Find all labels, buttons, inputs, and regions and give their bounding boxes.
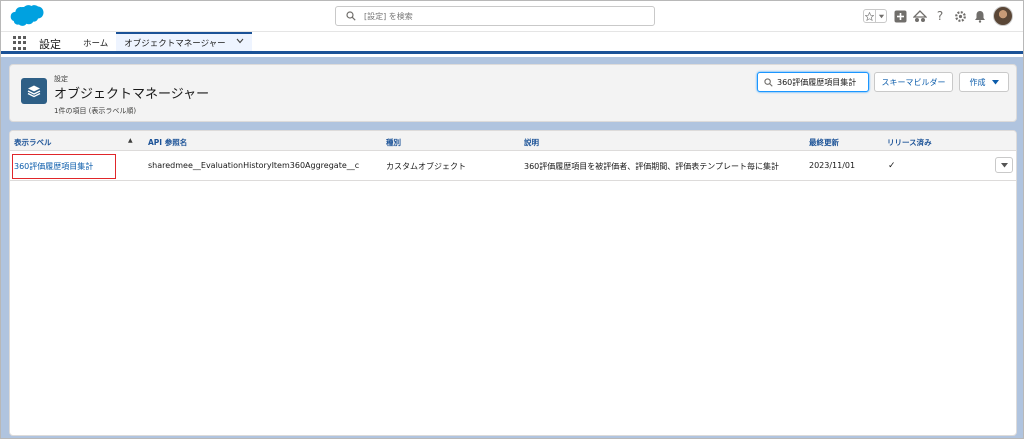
salesforce-logo[interactable] bbox=[10, 4, 44, 28]
trailhead-icon[interactable] bbox=[913, 9, 927, 23]
favorites-list-icon[interactable] bbox=[875, 10, 886, 22]
app-launcher-icon[interactable] bbox=[13, 36, 27, 50]
help-icon[interactable]: ? bbox=[933, 9, 947, 23]
table-header: 表示ラベル ▲ API 参照名 種別 説明 最終更新 リリース済み bbox=[10, 131, 1016, 151]
app-nav-bar: 設定 ホーム オブジェクトマネージャー bbox=[1, 32, 1023, 54]
object-label-link[interactable]: 360評価履歴項目集計 bbox=[12, 154, 116, 179]
last-modified-cell: 2023/11/01 bbox=[809, 161, 856, 170]
schema-builder-button[interactable]: スキーマビルダー bbox=[874, 72, 953, 92]
chevron-down-icon bbox=[1000, 162, 1008, 167]
new-button-label: 作成 bbox=[969, 77, 986, 87]
search-icon bbox=[764, 77, 773, 87]
app-name: 設定 bbox=[39, 38, 61, 51]
column-header-label[interactable]: 表示ラベル bbox=[14, 137, 52, 148]
table-row: 360評価履歴項目集計 sharedmee__EvaluationHistory… bbox=[10, 151, 1016, 181]
object-table: 表示ラベル ▲ API 参照名 種別 説明 最終更新 リリース済み 360評価履… bbox=[9, 130, 1017, 436]
page-header: 設定 オブジェクトマネージャー 1件の項目 (表示ラベル順) スキーマビルダー … bbox=[9, 64, 1017, 122]
column-header-description[interactable]: 説明 bbox=[524, 137, 539, 148]
new-button[interactable]: 作成 bbox=[959, 72, 1009, 92]
app-window: ? 設定 ホーム オブジェクトマネージャー bbox=[0, 0, 1024, 439]
layers-icon bbox=[21, 78, 47, 104]
column-header-type[interactable]: 種別 bbox=[386, 137, 401, 148]
tab-object-manager-label: オブジェクトマネージャー bbox=[124, 39, 226, 49]
setup-gear-icon[interactable] bbox=[953, 9, 967, 23]
deployed-check-icon: ✓ bbox=[888, 161, 896, 171]
add-icon[interactable] bbox=[893, 9, 907, 23]
sort-ascending-icon[interactable]: ▲ bbox=[128, 137, 133, 144]
global-search[interactable] bbox=[335, 6, 655, 26]
column-header-deployed[interactable]: リリース済み bbox=[887, 137, 932, 148]
type-cell: カスタムオブジェクト bbox=[386, 162, 466, 171]
page-title: オブジェクトマネージャー bbox=[54, 87, 210, 102]
header-utility-icons: ? bbox=[863, 5, 1013, 27]
highlight-box bbox=[12, 154, 116, 179]
tab-home[interactable]: ホーム bbox=[75, 32, 116, 51]
favorites-star-icon[interactable] bbox=[864, 10, 875, 22]
column-header-api-name[interactable]: API 参照名 bbox=[148, 137, 187, 148]
quick-find[interactable] bbox=[757, 72, 869, 92]
search-icon bbox=[346, 11, 356, 21]
chevron-down-icon[interactable] bbox=[236, 37, 244, 46]
favorites-group bbox=[863, 9, 887, 23]
global-header: ? bbox=[1, 1, 1023, 32]
quick-find-input[interactable] bbox=[777, 77, 867, 87]
tab-object-manager[interactable]: オブジェクトマネージャー bbox=[116, 32, 252, 51]
item-count: 1件の項目 (表示ラベル順) bbox=[54, 107, 137, 115]
notifications-bell-icon[interactable] bbox=[973, 9, 987, 23]
column-header-last-modified[interactable]: 最終更新 bbox=[809, 137, 839, 148]
avatar[interactable] bbox=[993, 6, 1013, 26]
global-search-input[interactable] bbox=[364, 11, 644, 21]
row-action-menu[interactable] bbox=[995, 157, 1013, 173]
description-cell: 360評価履歴項目を被評価者、評価期間、評価表テンプレート毎に集計 bbox=[524, 162, 780, 171]
chevron-down-icon bbox=[991, 79, 999, 84]
api-name-cell: sharedmee__EvaluationHistoryItem360Aggre… bbox=[148, 161, 360, 170]
